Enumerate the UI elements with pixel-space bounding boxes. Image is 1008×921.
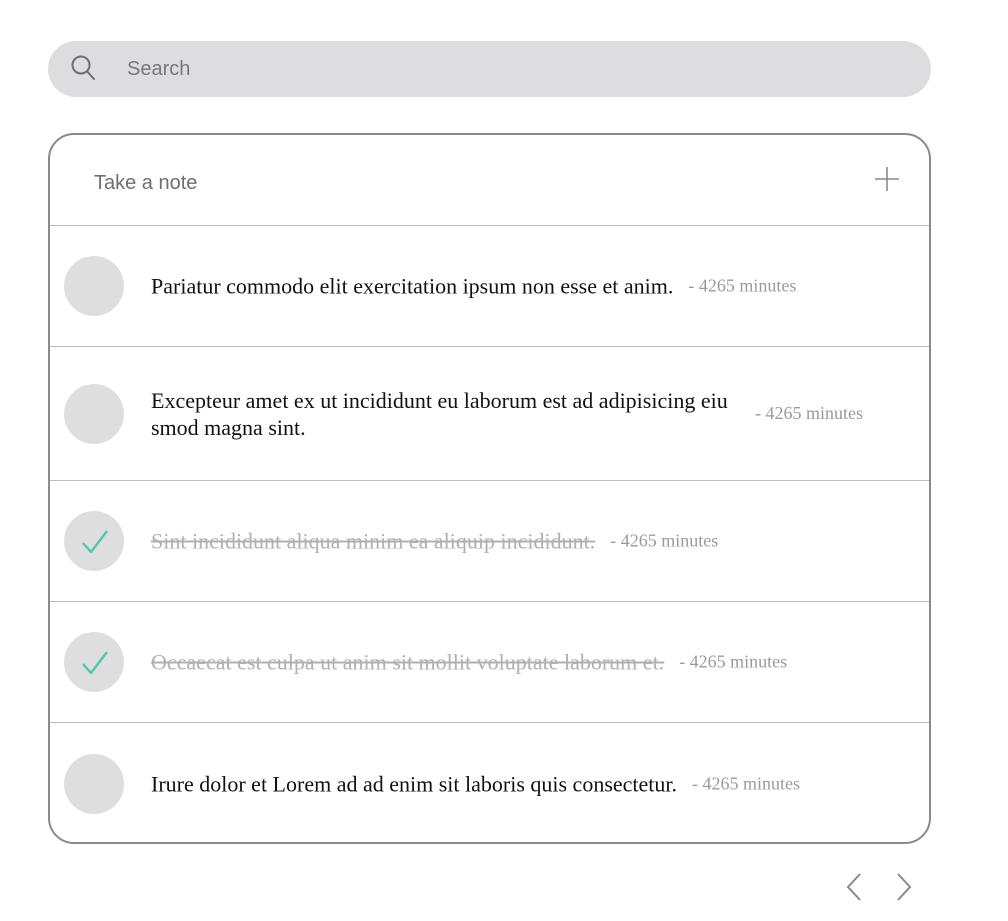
todo-content: Sint incididunt aliqua minim ea aliquip … [151,528,718,555]
todo-text: Pariatur commodo elit exercitation ipsum… [151,273,674,299]
note-header [50,135,929,226]
todo-text: Sint incididunt aliqua minim ea aliquip … [151,528,596,554]
todo-item: Irure dolor et Lorem ad ad enim sit labo… [50,723,929,842]
todo-checkbox[interactable] [64,753,124,814]
todo-content: Pariatur commodo elit exercitation ipsum… [151,273,796,300]
chevron-left-icon[interactable] [843,872,865,902]
check-icon [82,530,108,554]
todo-time: - 4265 minutes [610,530,719,551]
todo-time: - 4265 minutes [688,275,797,296]
todo-content: Occaecat est culpa ut anim sit mollit vo… [151,649,787,676]
todo-checkbox[interactable] [64,256,124,316]
take-note-input[interactable] [94,168,794,198]
todo-item: Sint incididunt aliqua minim ea aliquip … [50,481,929,602]
check-icon [82,651,108,675]
search-icon[interactable] [70,54,96,82]
todo-time: - 4265 minutes [692,773,801,793]
todo-checkbox-checked[interactable] [64,632,124,692]
todo-content: Irure dolor et Lorem ad ad enim sit labo… [151,770,800,797]
todo-card: Pariatur commodo elit exercitation ipsum… [48,133,931,844]
todo-text: Irure dolor et Lorem ad ad enim sit labo… [151,771,678,796]
todo-list: Pariatur commodo elit exercitation ipsum… [50,226,929,842]
todo-checkbox-checked[interactable] [64,511,124,571]
search-input[interactable] [127,54,887,84]
todo-time: - 4265 minutes [755,403,863,423]
todo-content: Excepteur amet ex ut incididunt eu labor… [151,387,863,441]
plus-icon[interactable] [874,166,900,192]
todo-item: Occaecat est culpa ut anim sit mollit vo… [50,602,929,723]
todo-text: Excepteur amet ex ut incididunt eu labor… [151,387,728,440]
todo-time: - 4265 minutes [679,651,788,672]
chevron-right-icon[interactable] [893,872,915,902]
todo-item: Pariatur commodo elit exercitation ipsum… [50,226,929,347]
todo-item: Excepteur amet ex ut incididunt eu labor… [50,347,929,481]
todo-text: Occaecat est culpa ut anim sit mollit vo… [151,649,665,675]
todo-checkbox[interactable] [64,383,124,444]
